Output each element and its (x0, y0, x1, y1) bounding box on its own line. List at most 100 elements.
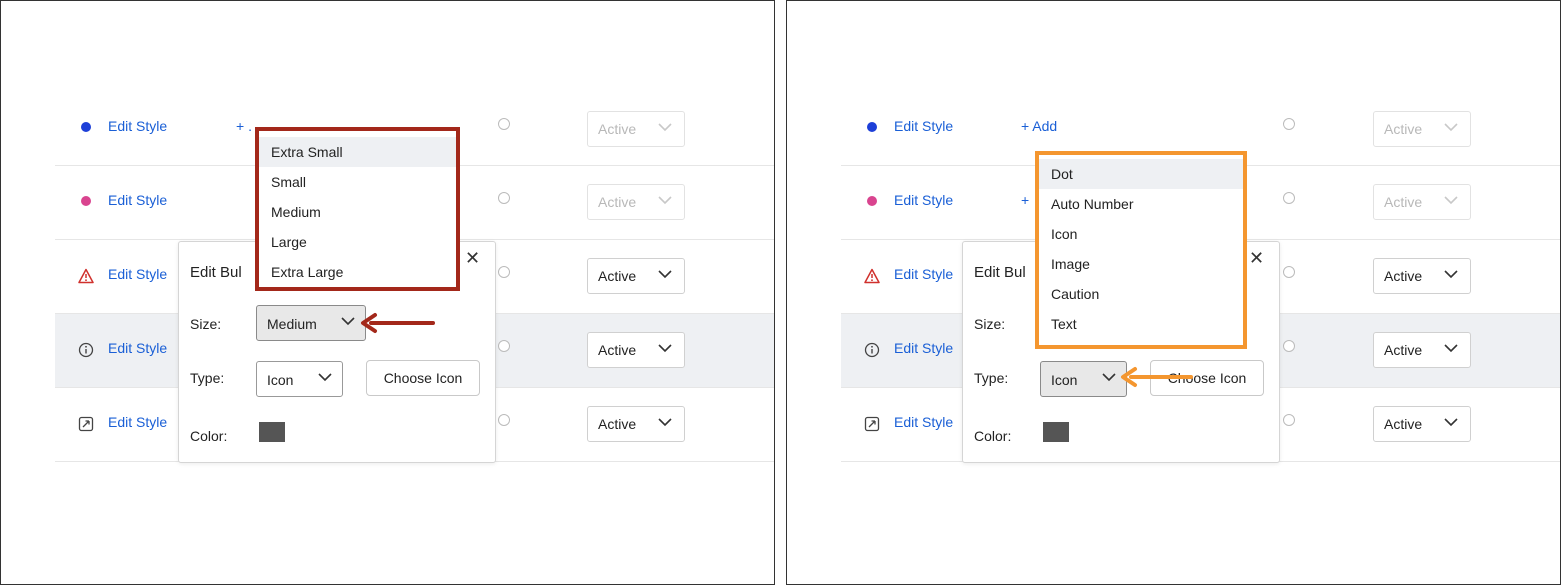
type-dropdown-menu: Dot Auto Number Icon Image Caution Text (1035, 151, 1247, 349)
type-value: Icon (267, 372, 294, 388)
size-option[interactable]: Extra Small (259, 137, 456, 167)
status-value: Active (598, 121, 637, 137)
chevron-down-icon (1444, 196, 1458, 205)
right-screenshot-panel: Edit Style + Add Active Edit Style + Act… (786, 0, 1561, 585)
type-option[interactable]: Caution (1039, 279, 1243, 309)
default-radio[interactable] (1283, 340, 1295, 352)
edit-style-link[interactable]: Edit Style (108, 414, 167, 430)
edit-style-link[interactable]: Edit Style (108, 118, 167, 134)
type-label: Type: (974, 370, 1009, 386)
size-label: Size: (190, 316, 222, 332)
status-value: Active (1384, 121, 1423, 137)
popover-title: Edit Bul (190, 264, 242, 281)
image-icon (78, 416, 94, 432)
default-radio[interactable] (1283, 414, 1295, 426)
close-icon[interactable]: ✕ (465, 248, 480, 269)
close-icon[interactable]: ✕ (1249, 248, 1264, 269)
chevron-down-icon (318, 373, 332, 382)
color-swatch[interactable] (259, 422, 285, 442)
edit-style-link[interactable]: Edit Style (894, 340, 953, 356)
default-radio[interactable] (1283, 192, 1295, 204)
type-label: Type: (190, 370, 225, 386)
default-radio[interactable] (498, 192, 510, 204)
status-value: Active (598, 268, 637, 284)
chevron-down-icon (341, 317, 355, 326)
chevron-down-icon (1444, 123, 1458, 132)
add-link[interactable]: + (1021, 192, 1029, 208)
chevron-down-icon (1102, 373, 1116, 382)
popover-title: Edit Bul (974, 264, 1026, 281)
edit-style-link[interactable]: Edit Style (108, 266, 167, 282)
arrow-left-icon (361, 313, 435, 333)
chevron-down-icon (658, 344, 672, 353)
status-select[interactable]: Active (1373, 184, 1471, 220)
status-value: Active (1384, 416, 1423, 432)
chevron-down-icon (658, 270, 672, 279)
size-dropdown-menu: Extra Small Small Medium Large Extra Lar… (255, 127, 460, 291)
info-icon (864, 342, 880, 358)
type-select[interactable]: Icon (1040, 361, 1127, 397)
pink-dot-icon (867, 196, 877, 206)
chevron-down-icon (658, 123, 672, 132)
type-option[interactable]: Auto Number (1039, 189, 1243, 219)
status-select[interactable]: Active (587, 111, 685, 147)
type-option[interactable]: Dot (1039, 159, 1243, 189)
edit-style-link[interactable]: Edit Style (108, 192, 167, 208)
status-select[interactable]: Active (1373, 111, 1471, 147)
choose-icon-button[interactable]: Choose Icon (366, 360, 480, 396)
size-option[interactable]: Medium (259, 197, 456, 227)
blue-dot-icon (867, 122, 877, 132)
add-link[interactable]: + Add (1021, 118, 1057, 134)
color-label: Color: (974, 428, 1012, 444)
status-value: Active (1384, 194, 1423, 210)
chevron-down-icon (1444, 344, 1458, 353)
chevron-down-icon (1444, 418, 1458, 427)
edit-style-link[interactable]: Edit Style (894, 192, 953, 208)
status-select[interactable]: Active (587, 406, 685, 442)
size-value: Medium (267, 316, 317, 332)
size-select[interactable]: Medium (256, 305, 366, 341)
blue-dot-icon (81, 122, 91, 132)
edit-style-link[interactable]: Edit Style (894, 118, 953, 134)
type-option[interactable]: Icon (1039, 219, 1243, 249)
default-radio[interactable] (1283, 266, 1295, 278)
status-value: Active (1384, 342, 1423, 358)
chevron-down-icon (658, 418, 672, 427)
size-option[interactable]: Large (259, 227, 456, 257)
caution-icon (864, 268, 880, 284)
color-swatch[interactable] (1043, 422, 1069, 442)
size-label: Size: (974, 316, 1006, 332)
default-radio[interactable] (498, 266, 510, 278)
pink-dot-icon (81, 196, 91, 206)
default-radio[interactable] (498, 414, 510, 426)
default-radio[interactable] (498, 118, 510, 130)
type-select[interactable]: Icon (256, 361, 343, 397)
caution-icon (78, 268, 94, 284)
status-value: Active (598, 416, 637, 432)
status-select[interactable]: Active (1373, 332, 1471, 368)
default-radio[interactable] (498, 340, 510, 352)
status-select[interactable]: Active (587, 258, 685, 294)
size-option[interactable]: Small (259, 167, 456, 197)
type-value: Icon (1051, 372, 1078, 388)
edit-style-link[interactable]: Edit Style (894, 266, 953, 282)
edit-style-link[interactable]: Edit Style (894, 414, 953, 430)
size-option[interactable]: Extra Large (259, 257, 456, 287)
add-link[interactable]: + . (236, 118, 252, 134)
image-icon (864, 416, 880, 432)
status-select[interactable]: Active (1373, 258, 1471, 294)
arrow-left-icon (1121, 367, 1193, 387)
status-select[interactable]: Active (587, 332, 685, 368)
chevron-down-icon (1444, 270, 1458, 279)
status-select[interactable]: Active (587, 184, 685, 220)
status-select[interactable]: Active (1373, 406, 1471, 442)
type-option[interactable]: Text (1039, 309, 1243, 339)
status-value: Active (598, 194, 637, 210)
info-icon (78, 342, 94, 358)
color-label: Color: (190, 428, 228, 444)
type-option[interactable]: Image (1039, 249, 1243, 279)
status-value: Active (598, 342, 637, 358)
default-radio[interactable] (1283, 118, 1295, 130)
edit-style-link[interactable]: Edit Style (108, 340, 167, 356)
chevron-down-icon (658, 196, 672, 205)
